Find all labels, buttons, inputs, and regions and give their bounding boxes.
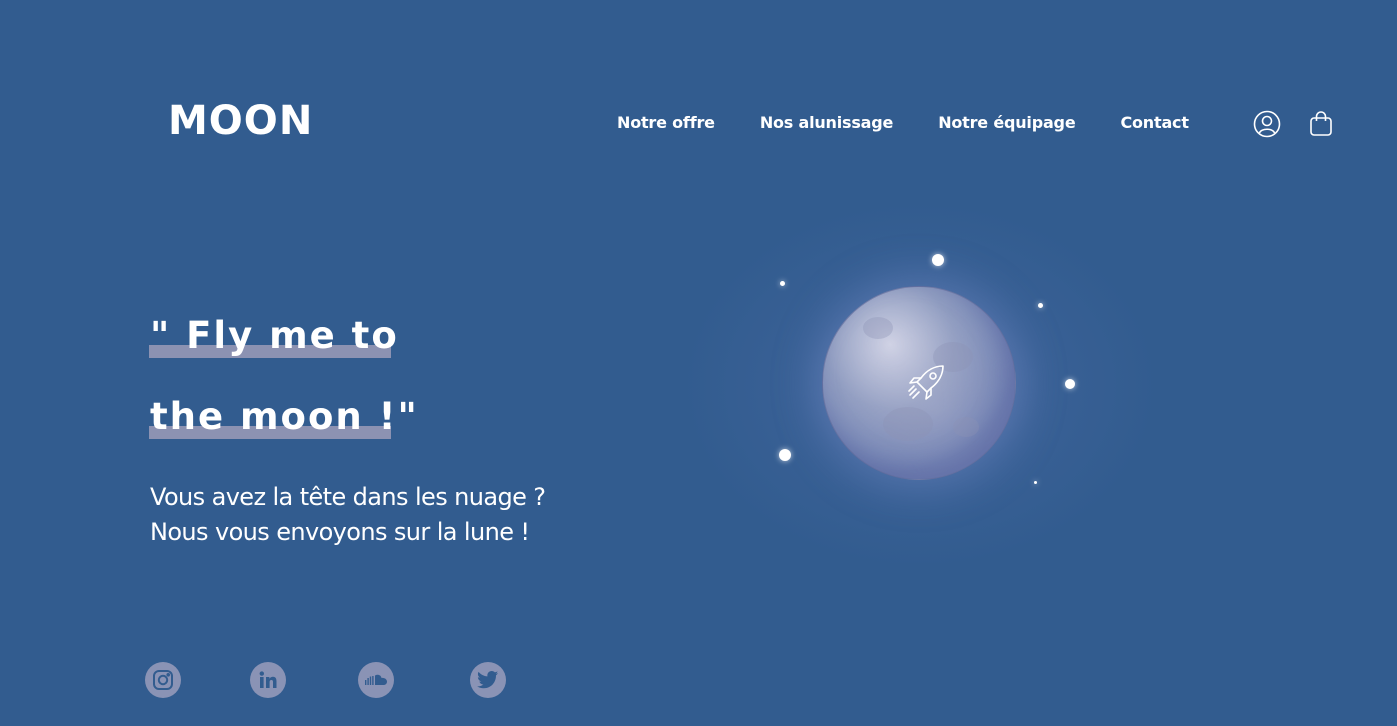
rocket-icon[interactable] <box>905 362 947 404</box>
star <box>779 449 791 461</box>
hero-subtitle: Vous avez la tête dans les nuage ? Nous … <box>150 480 546 550</box>
hero-title-line-1: " Fly me to <box>149 314 399 358</box>
soundcloud-icon[interactable] <box>358 662 394 698</box>
logo[interactable]: MOON <box>168 96 313 146</box>
hero-subtitle-line-1: Vous avez la tête dans les nuage ? <box>150 483 546 511</box>
user-icon[interactable] <box>1253 110 1281 138</box>
page: MOON Notre offre Nos alunissage Notre éq… <box>0 0 1397 726</box>
moon-crater <box>883 407 933 441</box>
hero-title-text-2: the moon !" <box>150 395 419 438</box>
linkedin-icon[interactable] <box>250 662 286 698</box>
star <box>1038 303 1043 308</box>
nav-item-alunissage[interactable]: Nos alunissage <box>760 112 894 134</box>
star <box>1065 379 1075 389</box>
hero-subtitle-line-2: Nous vous envoyons sur la lune ! <box>150 518 530 546</box>
main-nav: Notre offre Nos alunissage Notre équipag… <box>617 112 1189 134</box>
nav-item-contact[interactable]: Contact <box>1120 112 1189 134</box>
shopping-bag-icon[interactable] <box>1308 110 1334 138</box>
instagram-icon[interactable] <box>145 662 181 698</box>
nav-item-equipage[interactable]: Notre équipage <box>938 112 1075 134</box>
star <box>1034 481 1037 484</box>
star <box>932 254 944 266</box>
hero-title-text-1: " Fly me to <box>150 314 399 357</box>
hero-title-line-2: the moon !" <box>149 395 419 439</box>
moon-crater <box>953 417 979 437</box>
twitter-icon[interactable] <box>470 662 506 698</box>
nav-item-offre[interactable]: Notre offre <box>617 112 715 134</box>
moon-crater <box>863 317 893 339</box>
star <box>780 281 785 286</box>
